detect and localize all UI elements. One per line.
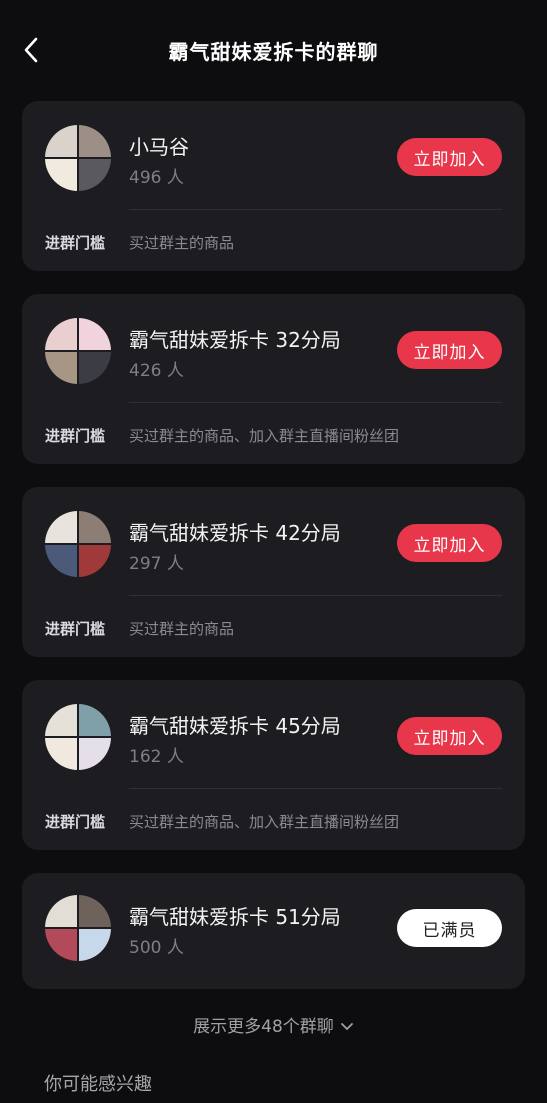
avatar-tile [79, 125, 111, 157]
header: 霸气甜妹爱拆卡的群聊 [0, 0, 547, 100]
group-card[interactable]: 小马谷 496 人 立即加入 进群门槛 买过群主的商品 [22, 101, 525, 271]
member-count: 500 人 [129, 938, 184, 958]
divider [129, 595, 502, 596]
page-title: 霸气甜妹爱拆卡的群聊 [168, 39, 379, 64]
avatar-tile [45, 929, 77, 961]
group-avatar [45, 511, 111, 577]
avatar-tile [79, 159, 111, 191]
threshold-value: 买过群主的商品、加入群主直播间粉丝团 [129, 427, 400, 445]
avatar-tile [45, 125, 77, 157]
group-avatar [45, 704, 111, 770]
join-button[interactable]: 立即加入 [397, 717, 502, 755]
avatar-tile [45, 738, 77, 770]
group-avatar [45, 318, 111, 384]
avatar-tile [45, 352, 77, 384]
show-more-label: 展示更多48个群聊 [193, 1017, 334, 1037]
page: 霸气甜妹爱拆卡的群聊 小马谷 496 人 立即加入 进群门槛 买过群主的商品 霸… [0, 0, 547, 1103]
divider [129, 209, 502, 210]
avatar-tile [79, 738, 111, 770]
group-name: 霸气甜妹爱拆卡 45分局 [129, 714, 341, 738]
group-name: 霸气甜妹爱拆卡 51分局 [129, 905, 341, 929]
avatar-tile [45, 704, 77, 736]
threshold-value: 买过群主的商品 [129, 234, 235, 252]
show-more-groups[interactable]: 展示更多48个群聊 [0, 1012, 547, 1037]
group-avatar [45, 895, 111, 961]
group-card[interactable]: 霸气甜妹爱拆卡 51分局 500 人 已满员 [22, 873, 525, 989]
group-name: 小马谷 [129, 135, 189, 159]
avatar-tile [79, 895, 111, 927]
threshold-value: 买过群主的商品 [129, 620, 235, 638]
avatar-tile [79, 352, 111, 384]
threshold-value: 买过群主的商品、加入群主直播间粉丝团 [129, 813, 400, 831]
chevron-left-icon[interactable] [20, 36, 44, 64]
avatar-tile [45, 511, 77, 543]
avatar-tile [79, 704, 111, 736]
avatar-tile [45, 159, 77, 191]
avatar-tile [79, 511, 111, 543]
member-count: 426 人 [129, 361, 184, 381]
avatar-tile [79, 545, 111, 577]
member-count: 162 人 [129, 747, 184, 767]
join-button[interactable]: 立即加入 [397, 524, 502, 562]
join-button[interactable]: 立即加入 [397, 331, 502, 369]
join-button[interactable]: 立即加入 [397, 138, 502, 176]
avatar-tile [79, 929, 111, 961]
group-card[interactable]: 霸气甜妹爱拆卡 45分局 162 人 立即加入 进群门槛 买过群主的商品、加入群… [22, 680, 525, 850]
member-count: 496 人 [129, 168, 184, 188]
member-count: 297 人 [129, 554, 184, 574]
full-status-button[interactable]: 已满员 [397, 909, 502, 947]
group-card[interactable]: 霸气甜妹爱拆卡 42分局 297 人 立即加入 进群门槛 买过群主的商品 [22, 487, 525, 657]
chevron-down-icon [340, 1017, 354, 1037]
avatar-tile [45, 545, 77, 577]
avatar-tile [45, 318, 77, 350]
group-card[interactable]: 霸气甜妹爱拆卡 32分局 426 人 立即加入 进群门槛 买过群主的商品、加入群… [22, 294, 525, 464]
divider [129, 788, 502, 789]
threshold-label: 进群门槛 [45, 234, 106, 252]
avatar-tile [45, 895, 77, 927]
avatar-tile [79, 318, 111, 350]
threshold-label: 进群门槛 [45, 813, 106, 831]
group-avatar [45, 125, 111, 191]
section-title-interest: 你可能感兴趣 [44, 1074, 152, 1095]
group-name: 霸气甜妹爱拆卡 42分局 [129, 521, 341, 545]
threshold-label: 进群门槛 [45, 620, 106, 638]
threshold-label: 进群门槛 [45, 427, 106, 445]
divider [129, 402, 502, 403]
group-name: 霸气甜妹爱拆卡 32分局 [129, 328, 341, 352]
